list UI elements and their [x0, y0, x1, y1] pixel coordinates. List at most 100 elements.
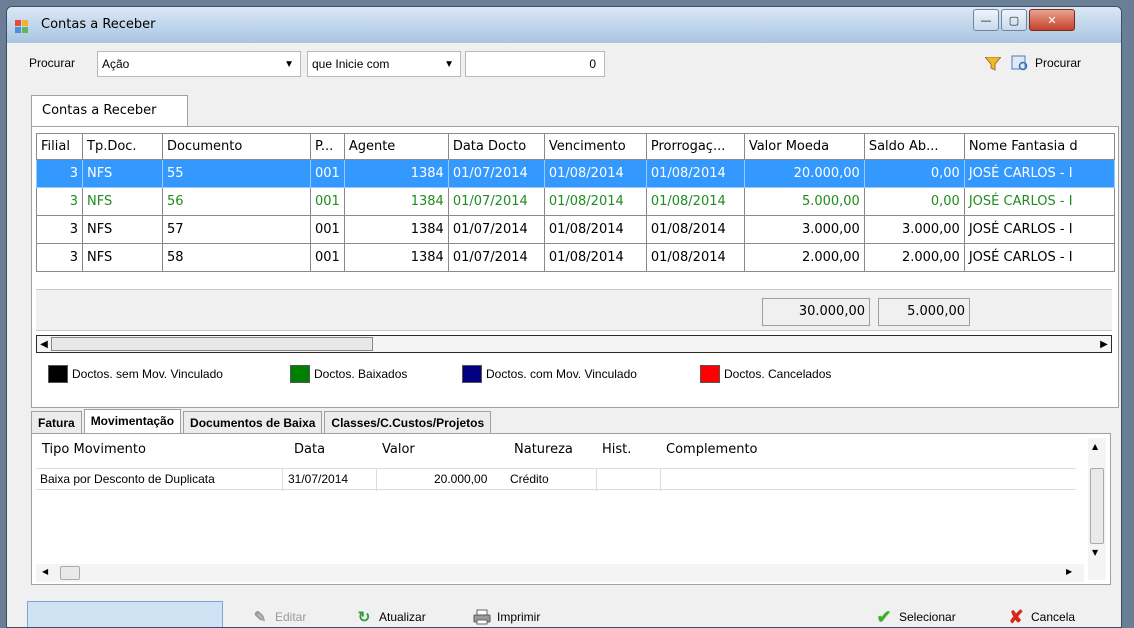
chevron-down-icon: ▼	[444, 59, 454, 70]
table-cell: 1384	[343, 243, 449, 272]
edit-button-label: Editar	[275, 610, 307, 624]
column-header[interactable]: Filial	[36, 133, 83, 160]
grid-horizontal-scrollbar[interactable]: ◀ ▶	[36, 335, 1112, 353]
table-cell: NFS	[82, 187, 163, 216]
search-toolbar: Procurar Ação ▼ que Inicie com ▼ 0 Procu…	[21, 49, 1119, 79]
column-header[interactable]: Prorrogaç...	[645, 133, 745, 160]
scroll-right-icon[interactable]: ▶	[1066, 567, 1072, 576]
column-header[interactable]: Agente	[343, 133, 449, 160]
scroll-down-icon[interactable]: ▼	[1092, 548, 1098, 557]
column-header[interactable]: Valor	[382, 442, 415, 457]
legend-swatch-red	[700, 365, 720, 383]
quick-entry-input[interactable]	[27, 601, 223, 627]
search-button[interactable]: Procurar	[1011, 55, 1081, 71]
select-button[interactable]: ✔ Selecionar	[875, 607, 956, 627]
column-header[interactable]: Saldo Ab...	[863, 133, 965, 160]
scrollbar-thumb[interactable]	[1090, 468, 1104, 544]
receivables-table: Filial Tp.Doc. Documento P... Agente Dat…	[36, 133, 1115, 272]
cancel-x-icon: ✘	[1008, 606, 1024, 627]
movements-vertical-scrollbar[interactable]: ▲ ▼	[1088, 438, 1106, 580]
table-cell: Baixa por Desconto de Duplicata	[40, 472, 215, 486]
table-cell: JOSÉ CARLOS - I	[963, 159, 1115, 188]
search-field-select[interactable]: Ação ▼	[97, 51, 301, 77]
search-doc-icon	[1011, 55, 1028, 71]
column-header[interactable]: Data Docto	[447, 133, 545, 160]
table-cell: JOSÉ CARLOS - I	[963, 215, 1115, 244]
tab-classes-custos-projetos[interactable]: Classes/C.Custos/Projetos	[324, 411, 492, 433]
table-cell: JOSÉ CARLOS - I	[963, 243, 1115, 272]
table-cell: 01/08/2014	[645, 215, 745, 244]
search-label: Procurar	[29, 56, 76, 70]
column-header[interactable]: Tipo Movimento	[42, 442, 146, 457]
table-cell: NFS	[82, 243, 163, 272]
tab-movimentacao[interactable]: Movimentação	[83, 409, 182, 433]
column-header[interactable]: P...	[310, 133, 345, 160]
column-header[interactable]: Nome Fantasia d	[963, 133, 1115, 160]
table-row[interactable]: 3 NFS 56 001 1384 01/07/2014 01/08/2014 …	[36, 187, 1115, 216]
table-row[interactable]: 3 NFS 58 001 1384 01/07/2014 01/08/2014 …	[36, 243, 1115, 272]
close-button[interactable]: ✕	[1029, 9, 1075, 31]
table-cell: 3	[36, 187, 83, 216]
legend-label: Doctos. com Mov. Vinculado	[486, 367, 637, 381]
column-header[interactable]: Natureza	[514, 442, 573, 457]
title-bar[interactable]: Contas a Receber — ▢ ✕	[7, 7, 1121, 43]
totals-band: 30.000,00 5.000,00	[36, 289, 1112, 331]
table-row[interactable]: 3 NFS 57 001 1384 01/07/2014 01/08/2014 …	[36, 215, 1115, 244]
search-mode-select[interactable]: que Inicie com ▼	[307, 51, 461, 77]
legend-label: Doctos. Cancelados	[724, 367, 832, 381]
scrollbar-thumb[interactable]	[60, 566, 80, 580]
table-cell: 57	[162, 215, 311, 244]
print-button-label: Imprimir	[497, 610, 541, 624]
scroll-up-icon[interactable]: ▲	[1092, 442, 1098, 451]
contas-a-receber-window: Contas a Receber — ▢ ✕ Procurar Ação ▼ q…	[6, 6, 1122, 628]
column-header[interactable]: Vencimento	[543, 133, 647, 160]
minimize-button[interactable]: —	[973, 9, 999, 31]
table-row[interactable]: Baixa por Desconto de Duplicata 31/07/20…	[36, 468, 1076, 491]
print-button[interactable]: Imprimir	[473, 609, 540, 625]
scroll-left-icon[interactable]: ◀	[37, 336, 51, 352]
maximize-button[interactable]: ▢	[1001, 9, 1027, 31]
table-cell: 31/07/2014	[288, 472, 349, 486]
movements-horizontal-scrollbar[interactable]: ◀ ▶	[36, 564, 1084, 582]
edit-icon: ✎	[253, 609, 267, 626]
column-header[interactable]: Hist.	[602, 442, 631, 457]
table-cell: 001	[310, 159, 345, 188]
table-cell: 55	[162, 159, 311, 188]
table-cell: 01/08/2014	[543, 187, 647, 216]
refresh-button[interactable]: ↻ Atualizar	[355, 609, 426, 626]
legend-item: Doctos. Cancelados	[700, 365, 831, 383]
table-cell: 01/08/2014	[645, 187, 745, 216]
table-row[interactable]: 3 NFS 55 001 1384 01/07/2014 01/08/2014 …	[36, 159, 1115, 188]
scroll-left-icon[interactable]: ◀	[42, 567, 48, 576]
table-cell: 01/08/2014	[543, 159, 647, 188]
column-header[interactable]: Documento	[162, 133, 311, 160]
tab-contas-a-receber[interactable]: Contas a Receber	[31, 95, 188, 127]
scrollbar-thumb[interactable]	[51, 337, 373, 351]
receivables-grid-panel: Filial Tp.Doc. Documento P... Agente Dat…	[31, 126, 1119, 408]
legend-label: Doctos. sem Mov. Vinculado	[72, 367, 223, 381]
bottom-action-bar: ✎ Editar ↻ Atualizar Imprimir ✔ Selecion…	[7, 593, 1121, 627]
column-header[interactable]: Complemento	[666, 442, 758, 457]
column-header[interactable]: Valor Moeda	[743, 133, 865, 160]
tab-fatura[interactable]: Fatura	[31, 411, 82, 433]
table-cell: 01/08/2014	[645, 243, 745, 272]
table-cell: 01/08/2014	[543, 243, 647, 272]
column-header[interactable]: Tp.Doc.	[82, 133, 163, 160]
scroll-right-icon[interactable]: ▶	[1097, 336, 1111, 352]
filter-icon[interactable]	[985, 57, 1001, 71]
total-valor-moeda: 30.000,00	[762, 298, 870, 326]
table-cell: JOSÉ CARLOS - I	[963, 187, 1115, 216]
tab-documentos-de-baixa[interactable]: Documentos de Baixa	[183, 411, 323, 433]
edit-button[interactable]: ✎ Editar	[251, 609, 307, 626]
table-cell: 58	[162, 243, 311, 272]
table-cell: Crédito	[510, 472, 549, 486]
select-button-label: Selecionar	[899, 610, 956, 624]
cancel-button[interactable]: ✘ Cancela	[1007, 606, 1075, 627]
column-header[interactable]: Data	[294, 442, 325, 457]
legend-item: Doctos. Baixados	[290, 365, 407, 383]
search-input[interactable]: 0	[465, 51, 605, 77]
table-cell: 3.000,00	[743, 215, 865, 244]
table-cell: 01/08/2014	[543, 215, 647, 244]
table-cell: 3	[36, 215, 83, 244]
legend-swatch-green	[290, 365, 310, 383]
